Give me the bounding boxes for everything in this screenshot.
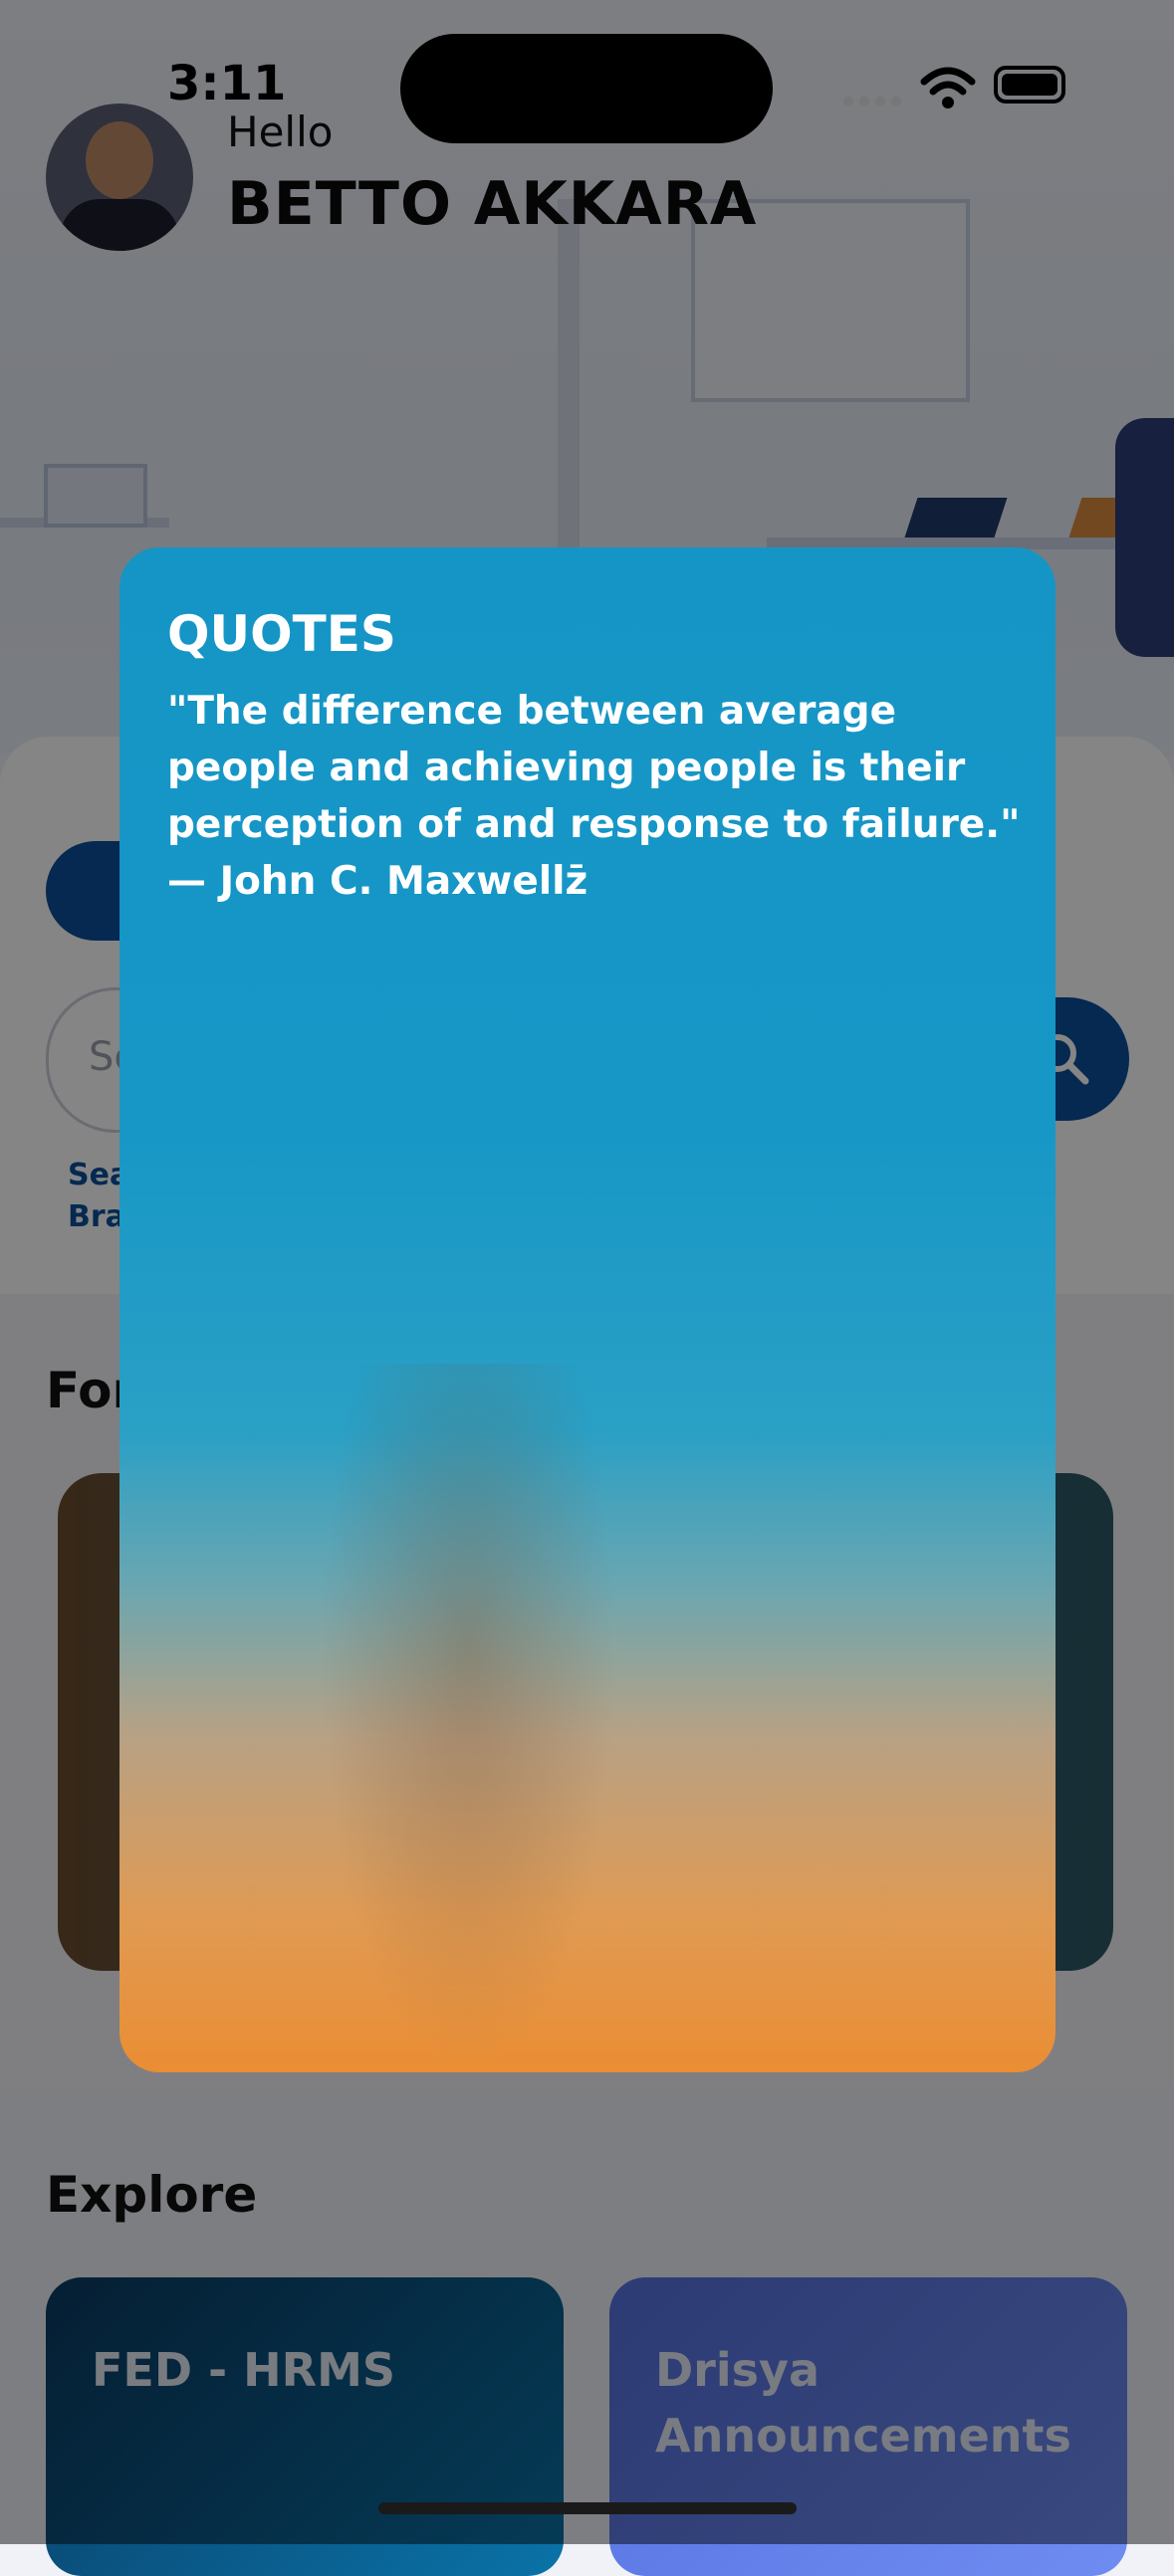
quote-modal[interactable]: QUOTES "The difference between average p… <box>119 547 1056 2072</box>
battery-icon <box>994 66 1065 104</box>
status-time: 3:11 <box>167 56 287 111</box>
quote-text: "The difference between average people a… <box>167 689 1021 904</box>
wifi-icon <box>920 66 976 113</box>
battery-level <box>1002 74 1057 96</box>
silhouette-image <box>319 1364 617 2072</box>
quote-title: QUOTES <box>167 605 396 663</box>
home-indicator[interactable] <box>378 2502 797 2514</box>
signal-icon <box>842 94 902 112</box>
dynamic-island <box>400 34 773 143</box>
